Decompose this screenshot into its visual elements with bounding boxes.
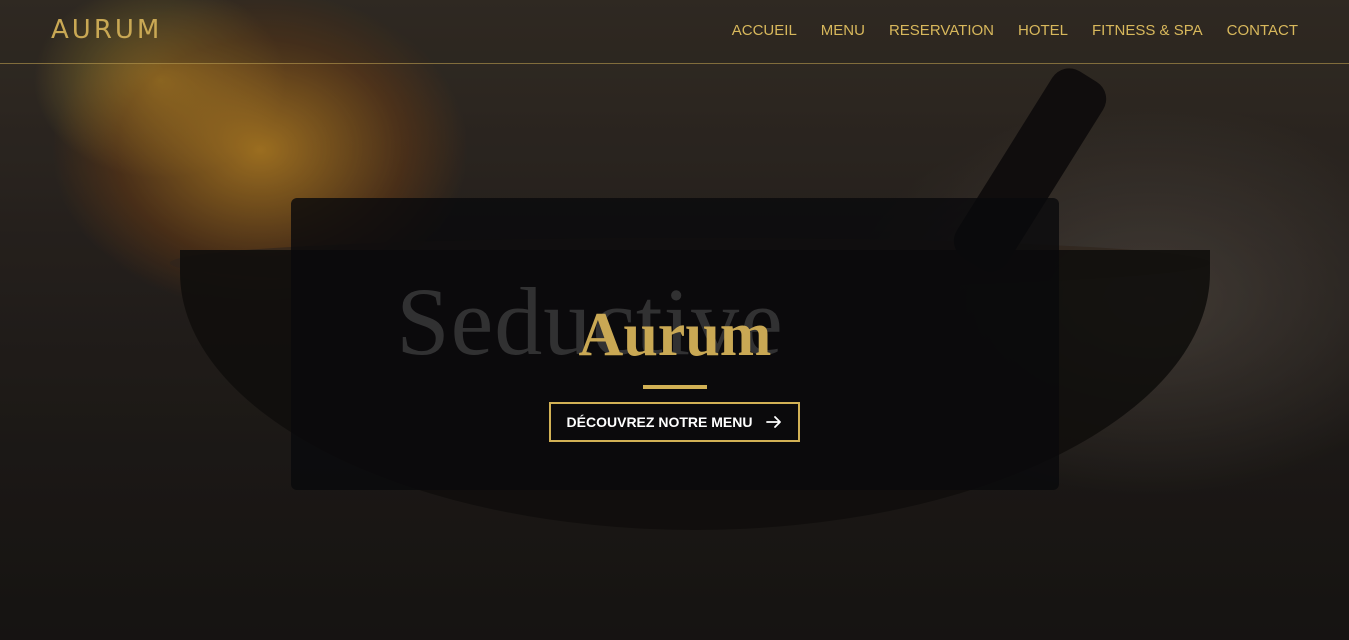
hero-title: Aurum xyxy=(578,301,772,369)
title-divider xyxy=(643,385,707,389)
main-menu: ACCUEIL MENU RESERVATION HOTEL FITNESS &… xyxy=(708,22,1298,39)
nav-item-contact[interactable]: CONTACT xyxy=(1227,22,1298,39)
nav-item-menu[interactable]: MENU xyxy=(821,22,865,39)
nav-item-reservation[interactable]: RESERVATION xyxy=(889,22,994,39)
nav-item-fitness-spa[interactable]: FITNESS & SPA xyxy=(1092,22,1203,39)
top-navigation: AURUM ACCUEIL MENU RESERVATION HOTEL FIT… xyxy=(0,0,1349,64)
site-logo[interactable]: AURUM xyxy=(51,15,162,45)
discover-menu-label: DÉCOUVREZ NOTRE MENU xyxy=(566,414,753,430)
discover-menu-button[interactable]: DÉCOUVREZ NOTRE MENU xyxy=(549,402,800,442)
nav-item-accueil[interactable]: ACCUEIL xyxy=(732,22,797,39)
hero-section: AURUM ACCUEIL MENU RESERVATION HOTEL FIT… xyxy=(0,0,1349,640)
nav-item-hotel[interactable]: HOTEL xyxy=(1018,22,1068,39)
arrow-right-icon xyxy=(766,415,782,429)
